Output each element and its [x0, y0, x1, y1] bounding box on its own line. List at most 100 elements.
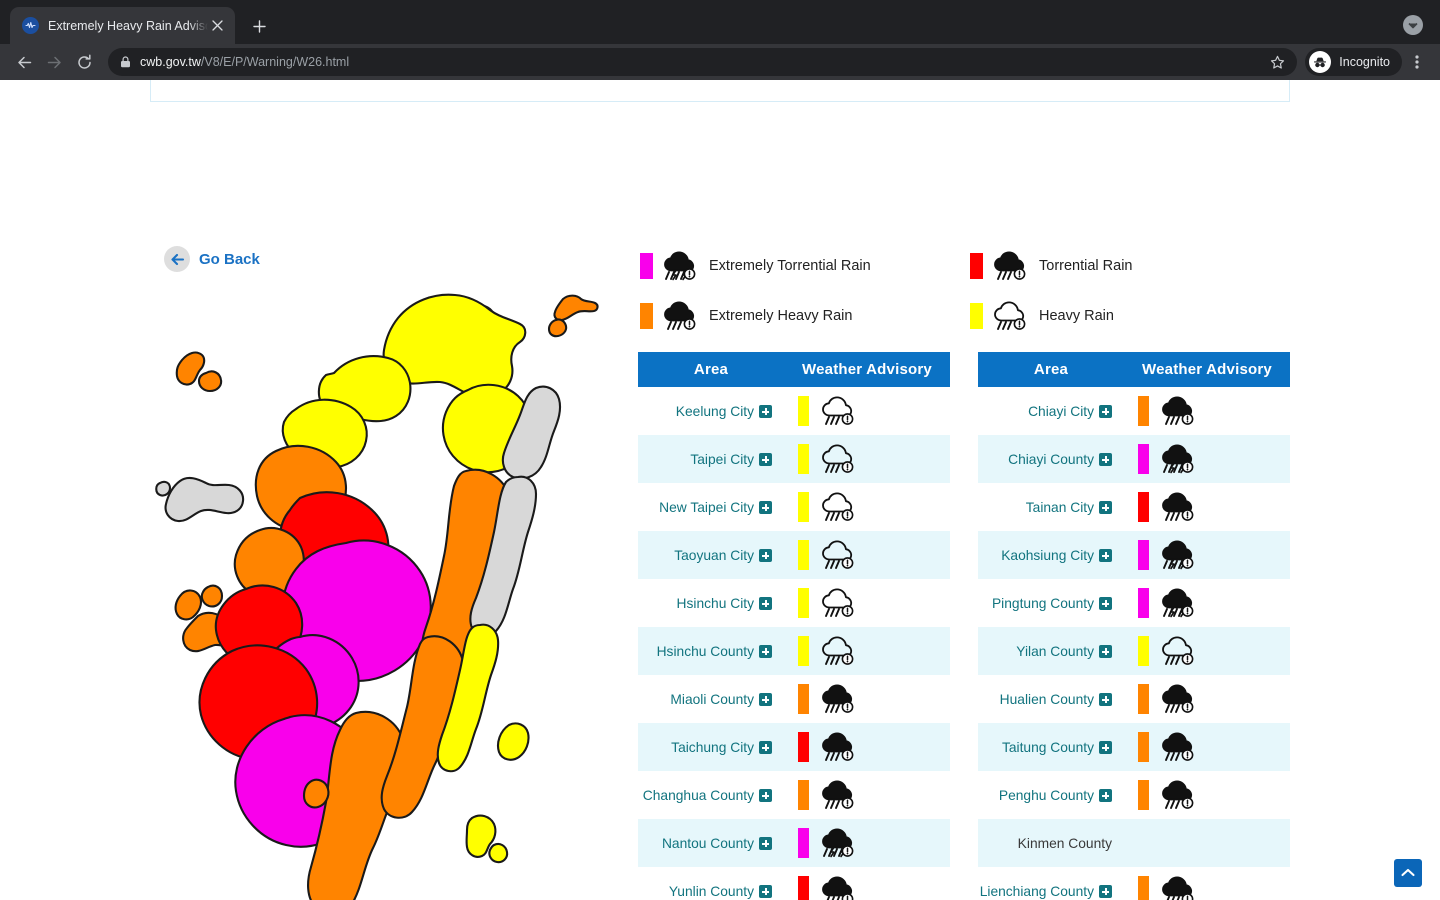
area-link[interactable]: Tainan City [1026, 500, 1112, 515]
area-link[interactable]: Hsinchu City [677, 596, 772, 611]
back-arrow-circle-icon [164, 246, 190, 272]
advisory-color-swatch [798, 636, 809, 666]
advisory-indicator [798, 587, 950, 619]
advisory-color-swatch [1138, 876, 1149, 900]
area-link[interactable]: Hsinchu County [657, 644, 772, 659]
area-link[interactable]: Yunlin County [669, 884, 772, 899]
area-link[interactable]: Taipei City [690, 452, 772, 467]
star-icon[interactable] [1270, 55, 1285, 70]
area-link[interactable]: Changhua County [643, 788, 772, 803]
browser-window: Extremely Heavy Rain Advisory cwb.gov.tw… [0, 0, 1440, 80]
map-region-kinmen-lieyu[interactable] [155, 480, 172, 497]
incognito-indicator[interactable]: Incognito [1305, 48, 1402, 76]
advisory-cell [784, 435, 950, 483]
map-region-matsu-s2[interactable] [197, 370, 223, 393]
column-header-area: Area [978, 352, 1124, 387]
map-region-penghu-islands[interactable] [174, 589, 203, 621]
expand-plus-icon[interactable] [1099, 693, 1112, 706]
map-region-penghu-2[interactable] [200, 584, 224, 608]
expand-plus-icon[interactable] [759, 789, 772, 802]
kebab-menu-icon[interactable] [1404, 48, 1430, 76]
go-back-button[interactable]: Go Back [164, 246, 260, 272]
top-info-panel [150, 80, 1290, 102]
area-link[interactable]: Taoyuan City [674, 548, 772, 563]
expand-plus-icon[interactable] [759, 549, 772, 562]
expand-plus-icon[interactable] [759, 885, 772, 898]
map-region-matsu-nangan[interactable] [547, 318, 568, 338]
advisory-indicator [798, 491, 950, 523]
map-region-orchid-island-2[interactable] [488, 842, 509, 864]
expand-plus-icon[interactable] [1099, 741, 1112, 754]
url-path: /V8/E/P/Warning/W26.html [200, 55, 350, 69]
area-link[interactable]: Yilan County [1016, 644, 1112, 659]
scroll-to-top-button[interactable] [1394, 859, 1422, 887]
browser-tab[interactable]: Extremely Heavy Rain Advisory [10, 7, 235, 44]
cloud-rain-outline-icon [820, 491, 856, 523]
legend-label: Extremely Heavy Rain [709, 308, 853, 324]
area-link[interactable]: Penghu County [999, 788, 1112, 803]
area-cell: Chiayi County [978, 435, 1124, 483]
area-cell: Kaohsiung City [978, 531, 1124, 579]
advisory-indicator [1138, 635, 1290, 667]
area-link[interactable]: Nantou County [662, 836, 772, 851]
map-region-kinmen-main[interactable] [164, 476, 245, 523]
expand-plus-icon[interactable] [1099, 597, 1112, 610]
cloud-rain-filled-icon [662, 300, 702, 332]
area-link[interactable]: Chiayi City [1028, 404, 1112, 419]
area-link[interactable]: Keelung City [676, 404, 772, 419]
area-link[interactable]: Lienchiang County [980, 884, 1112, 899]
area-link[interactable]: New Taipei City [659, 500, 772, 515]
expand-plus-icon[interactable] [759, 405, 772, 418]
expand-plus-icon[interactable] [759, 645, 772, 658]
area-link[interactable]: Taitung County [1002, 740, 1112, 755]
area-link[interactable]: Hualien County [1000, 692, 1112, 707]
area-link[interactable]: Miaoli County [670, 692, 772, 707]
table-row: Kaohsiung City [978, 531, 1290, 579]
area-link[interactable]: Pingtung County [992, 596, 1112, 611]
column-header-advisory: Weather Advisory [1124, 352, 1290, 387]
expand-plus-icon[interactable] [1099, 549, 1112, 562]
map-region-green-island[interactable] [496, 722, 530, 761]
legend-label: Heavy Rain [1039, 308, 1114, 324]
taiwan-advisory-map[interactable] [150, 285, 620, 900]
expand-plus-icon[interactable] [759, 501, 772, 514]
expand-plus-icon[interactable] [759, 741, 772, 754]
new-tab-button[interactable] [245, 12, 273, 40]
table-row: Kinmen County [978, 819, 1290, 867]
area-cell: Kinmen County [978, 819, 1124, 867]
expand-plus-icon[interactable] [1099, 885, 1112, 898]
expand-plus-icon[interactable] [759, 693, 772, 706]
area-cell: Taitung County [978, 723, 1124, 771]
reload-icon[interactable] [70, 48, 98, 76]
expand-plus-icon[interactable] [1099, 453, 1112, 466]
advisory-indicator [1138, 491, 1290, 523]
area-link[interactable]: Taichung City [671, 740, 772, 755]
advisory-color-swatch [798, 780, 809, 810]
expand-plus-icon[interactable] [1099, 405, 1112, 418]
expand-plus-icon[interactable] [759, 597, 772, 610]
legend-label: Torrential Rain [1039, 258, 1133, 274]
close-icon[interactable] [208, 16, 227, 35]
area-link[interactable]: Chiayi County [1008, 452, 1112, 467]
map-region-liuqiu-island[interactable] [302, 778, 330, 809]
advisory-indicator [1138, 395, 1290, 427]
expand-plus-icon[interactable] [1099, 501, 1112, 514]
area-cell: Hualien County [978, 675, 1124, 723]
advisory-indicator [798, 827, 950, 859]
map-region-matsu-lienchiang[interactable] [553, 294, 599, 322]
advisory-cell [1124, 771, 1290, 819]
expand-plus-icon[interactable] [1099, 789, 1112, 802]
area-link[interactable]: Kaohsiung City [1001, 548, 1112, 563]
legend-color-swatch [640, 253, 653, 279]
expand-plus-icon[interactable] [759, 453, 772, 466]
advisory-cell [784, 579, 950, 627]
expand-plus-icon[interactable] [1099, 645, 1112, 658]
expand-plus-icon[interactable] [759, 837, 772, 850]
address-bar[interactable]: cwb.gov.tw/V8/E/P/Warning/W26.html [108, 48, 1298, 76]
table-row: Miaoli County [638, 675, 950, 723]
url-host: cwb.gov.tw [140, 55, 201, 69]
legend-item: Heavy Rain [970, 300, 1300, 332]
cloud-rain-filled-icon [1160, 683, 1196, 715]
back-arrow-icon[interactable] [10, 48, 38, 76]
chevron-down-icon[interactable] [1403, 15, 1423, 35]
